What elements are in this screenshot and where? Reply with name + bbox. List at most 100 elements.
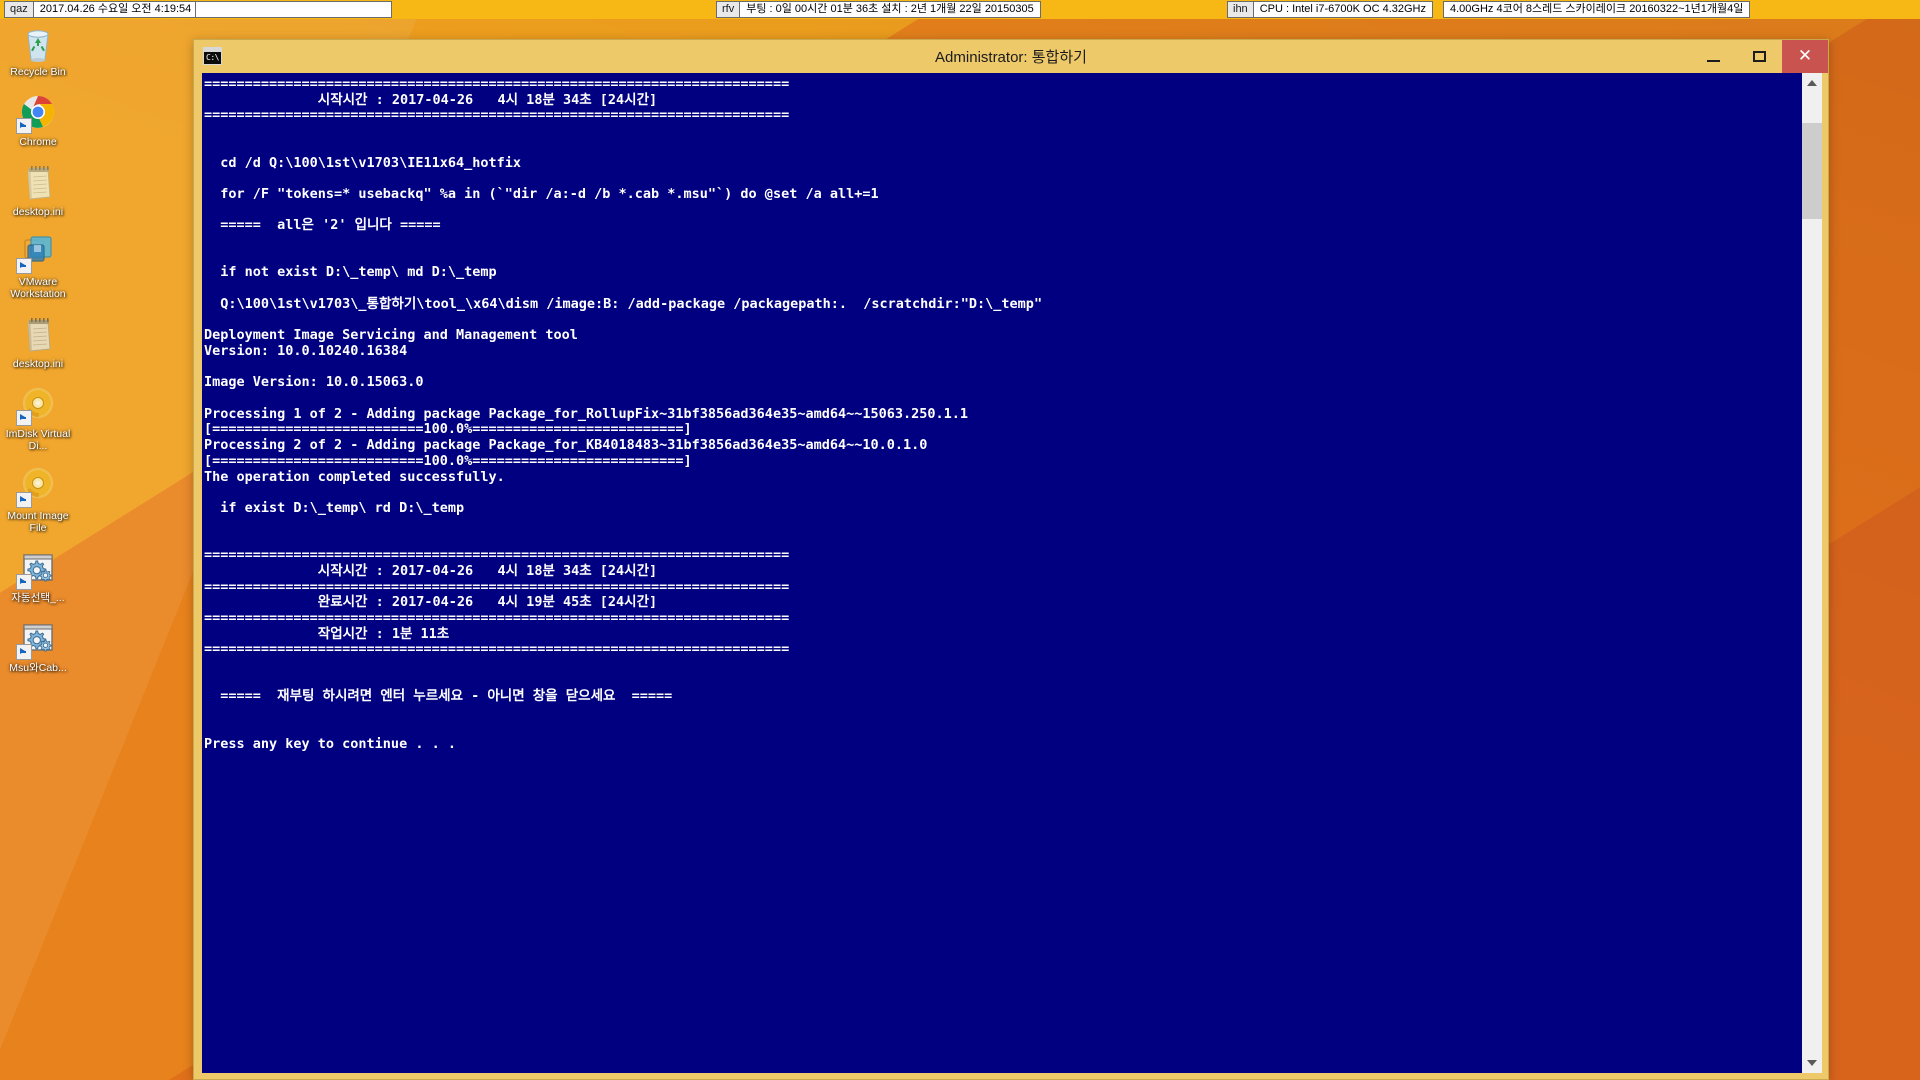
shortcut-overlay-icon [16,492,32,508]
minimize-button[interactable] [1690,40,1736,73]
console-line: Q:\100\1st\v1703\_통합하기\tool_\x64\dism /i… [204,295,1043,312]
console-line: 작업시간 : 1분 11초 [204,625,450,642]
desktop-icon-label: Msu와Cab... [9,662,67,674]
desktop-icon-label: desktop.ini [12,358,64,370]
gadget-key: qaz [4,1,33,18]
console-line: ========================================… [204,547,790,564]
desktop-icon-chrome[interactable]: Chrome [0,92,76,148]
gears-window-icon [16,548,59,590]
desktop-icon-auto-select[interactable]: 자동선택_... [0,548,76,604]
console-line: [==========================100.0%=======… [204,421,692,438]
maximize-button[interactable] [1736,40,1782,73]
desktop-icon-vmware-workstation[interactable]: VMware Workstation [0,232,76,300]
shortcut-overlay-icon [16,644,32,660]
scrollbar-track[interactable] [1802,93,1822,1053]
close-icon: ✕ [1797,46,1813,66]
close-button[interactable]: ✕ [1782,40,1828,73]
chevron-down-icon [1807,1060,1817,1066]
gadget-value: 2017.04.26 수요일 오전 4:19:54 [32,1,199,18]
shortcut-overlay-icon [16,574,32,590]
maximize-icon [1752,51,1766,62]
console-line: cd /d Q:\100\1st\v1703\IE11x64_hotfix [204,154,521,171]
info-gadget-1[interactable] [195,1,392,18]
info-gadget-2[interactable]: rfv 부팅 : 0일 00시간 01분 36초 설치 : 2년 1개월 22일 … [716,1,1041,18]
console-line: Deployment Image Servicing and Managemen… [204,327,578,344]
scroll-down-arrow-icon[interactable] [1802,1053,1822,1073]
notepad-file-icon [17,314,59,356]
console-line: [==========================100.0%=======… [204,452,692,469]
console-scrollbar[interactable] [1802,73,1822,1073]
console-line: if not exist D:\_temp\ md D:\_temp [204,264,497,281]
gadget-value [195,1,392,18]
desktop-icon-label: Recycle Bin [10,66,66,78]
console-line: ========================================… [204,609,790,626]
console-line: ===== 재부팅 하시려면 엔터 누르세요 - 아니면 창을 닫으세요 ===… [204,688,673,705]
shortcut-overlay-icon [16,258,32,274]
console-line: Processing 1 of 2 - Adding package Packa… [204,405,969,422]
window-titlebar[interactable]: C:\ Administrator: 통합하기 ✕ [194,40,1828,73]
scroll-up-arrow-icon[interactable] [1802,73,1822,93]
console-line: Press any key to continue . . . [204,735,456,752]
chevron-up-icon [1807,80,1817,86]
console-line: if exist D:\_temp\ rd D:\_temp [204,499,465,516]
disc-icon [16,384,59,426]
info-gadget-3[interactable]: ihn CPU : Intel i7-6700K OC 4.32GHz [1227,1,1433,18]
console-line: 시작시간 : 2017-04-26 4시 18분 34초 [24시간] [204,562,658,579]
scrollbar-thumb[interactable] [1802,123,1822,219]
shortcut-overlay-icon [16,118,32,134]
desktop-icon-desktop-ini-2[interactable]: desktop.ini [0,314,76,370]
desktop-icon-label: Chrome [19,136,57,148]
window-title: Administrator: 통합하기 [935,49,1087,66]
desktop-icon-label: desktop.ini [12,206,64,218]
gadget-key: rfv [716,1,740,18]
desktop-icon-desktop-ini-1[interactable]: desktop.ini [0,162,76,218]
desktop-icon-msu-and-cab[interactable]: Msu와Cab... [0,618,76,674]
gadget-value: CPU : Intel i7-6700K OC 4.32GHz [1252,1,1433,18]
console-output[interactable]: ========================================… [202,73,1802,1073]
desktop-icon-imdisk-virtual-disk[interactable]: ImDisk Virtual Di... [0,384,76,452]
desktop-icon-label: Mount Image File [7,510,69,534]
desktop-background: Recycle Bin Chrome desktop.ini VMware Wo… [0,0,1920,1080]
disc-icon [16,466,59,508]
info-gadget-0[interactable]: qaz 2017.04.26 수요일 오전 4:19:54 [4,1,199,18]
recycle-bin-icon [17,22,59,64]
vmware-icon [16,232,59,274]
top-info-bar: qaz 2017.04.26 수요일 오전 4:19:54 rfv 부팅 : 0일 0… [0,0,1920,19]
console-line: ========================================… [204,76,790,92]
console-window-icon: C:\ [203,47,222,65]
console-line: for /F "tokens=* usebackq" %a in (`"dir … [204,185,879,202]
console-line: Image Version: 10.0.15063.0 [204,374,424,391]
console-line: ========================================… [204,641,790,658]
console-line: ===== all은 '2' 입니다 ===== [204,217,441,234]
console-line: The operation completed successfully. [204,468,505,485]
gadget-value: 4.00GHz 4코어 8스레드 스카이레이크 20160322~1년1개월4일 [1443,1,1751,18]
desktop-icon-list: Recycle Bin Chrome desktop.ini VMware Wo… [0,22,76,688]
gadget-value: 부팅 : 0일 00시간 01분 36초 설치 : 2년 1개월 22일 201… [739,1,1041,18]
desktop-icon-mount-image-file[interactable]: Mount Image File [0,466,76,534]
notepad-file-icon [17,162,59,204]
chrome-icon [16,92,59,134]
shortcut-overlay-icon [16,410,32,426]
desktop-icon-label: 자동선택_... [11,592,65,604]
gears-window-icon [16,618,59,660]
desktop-icon-recycle-bin[interactable]: Recycle Bin [0,22,76,78]
console-line: Processing 2 of 2 - Adding package Packa… [204,437,928,454]
info-gadget-4[interactable]: 4.00GHz 4코어 8스레드 스카이레이크 20160322~1년1개월4일 [1443,1,1751,18]
console-window: C:\ Administrator: 통합하기 ✕ ==============… [193,39,1829,1080]
console-line: 시작시간 : 2017-04-26 4시 18분 34초 [24시간] [204,91,658,108]
